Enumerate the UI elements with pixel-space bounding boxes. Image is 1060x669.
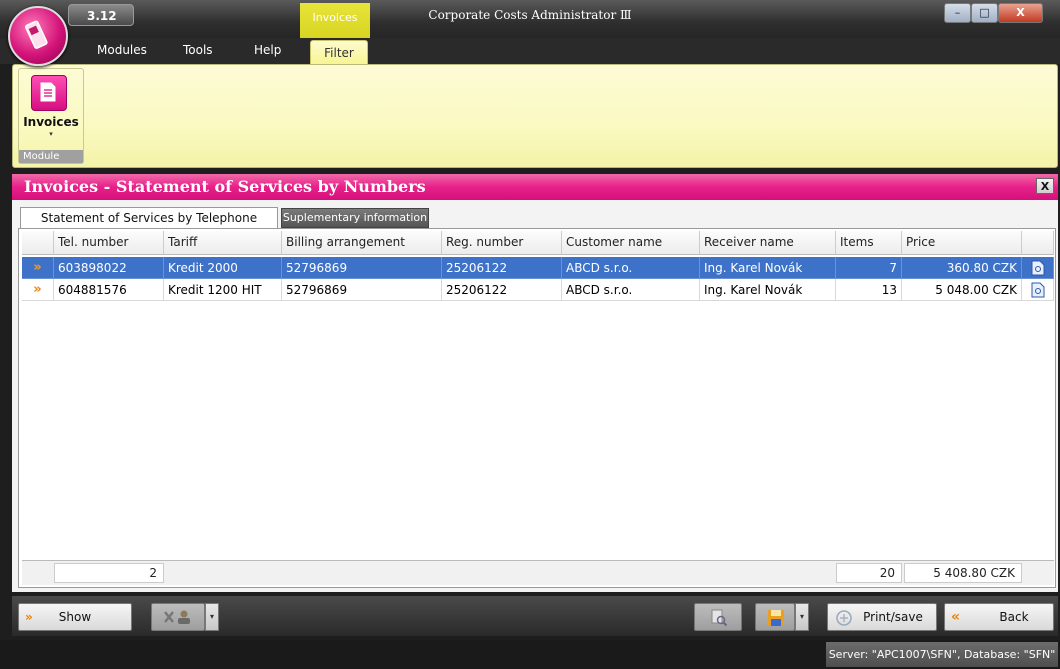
clear-user-filter-button[interactable] [151,603,205,631]
cell-items[interactable]: 13 [836,279,902,301]
document-detail-icon[interactable] [1022,279,1054,301]
document-icon [40,82,56,102]
version-badge: 3.12 [68,4,134,26]
context-tab-invoices: Invoices [300,3,370,39]
server-status: Server: "APC1007\SFN", Database: "SFN" [826,642,1058,667]
summary-price: 5 408.80 CZK [904,563,1022,583]
magnifier-icon [711,609,728,627]
tab-suplementary-information[interactable]: Suplementary information [281,208,429,228]
cell-items[interactable]: 7 [836,257,902,279]
preview-button[interactable] [694,603,742,631]
cell-tel-number[interactable]: 604881576 [54,279,164,301]
menu-filter[interactable]: Filter [310,40,368,67]
invoices-button-label[interactable]: Invoices [18,115,84,129]
phone-icon [25,20,48,49]
double-arrow-left-icon: « [951,609,961,625]
tab-statement-of-services[interactable]: Statement of Services by Telephone Numbe… [20,207,278,245]
menu-bar [0,38,1060,64]
close-module-button[interactable]: X [1036,178,1054,194]
cell-receiver-name[interactable]: Ing. Karel Novák [700,279,836,301]
row-marker-icon: » [22,257,54,279]
cell-price[interactable]: 360.80 CZK [902,257,1022,279]
back-button-label: Back [999,610,1029,624]
module-title: Invoices - Statement of Services by Numb… [12,174,1058,200]
save-button[interactable] [755,603,795,631]
close-window-button[interactable]: X [998,3,1043,23]
show-button-label: Show [58,610,92,624]
back-button[interactable]: « Back [944,603,1054,631]
show-button[interactable]: » Show [18,603,132,631]
row-indicator-header [22,231,54,255]
column-header-billing-arrangement[interactable]: Billing arrangement [282,231,442,255]
column-header-tel-number[interactable]: Tel. number [54,231,164,255]
cell-customer-name[interactable]: ABCD s.r.o. [562,279,700,301]
column-header-actions [1022,231,1054,255]
menu-help[interactable]: Help [254,43,281,57]
cell-customer-name[interactable]: ABCD s.r.o. [562,257,700,279]
column-header-items[interactable]: Items [836,231,902,255]
document-detail-icon[interactable] [1022,257,1054,279]
column-header-price[interactable]: Price [902,231,1022,255]
column-header-receiver-name[interactable]: Receiver name [700,231,836,255]
app-menu-orb[interactable] [8,6,68,66]
row-marker-icon: » [22,279,54,301]
print-save-label: Print/save [863,610,923,624]
column-header-tariff[interactable]: Tariff [164,231,282,255]
cell-tariff[interactable]: Kredit 1200 HIT [164,279,282,301]
summary-items: 20 [836,563,902,583]
ribbon-group-label: Module [19,150,83,163]
cell-reg-number[interactable]: 25206122 [442,257,562,279]
maximize-button[interactable]: □ [971,3,998,23]
chevron-down-icon[interactable]: ▾ [18,130,84,138]
floppy-disk-icon [768,610,784,626]
cell-billing-arrangement[interactable]: 52796869 [282,257,442,279]
cell-billing-arrangement[interactable]: 52796869 [282,279,442,301]
table-row[interactable]: » 604881576 Kredit 1200 HIT 52796869 252… [22,279,1054,301]
chevron-down-icon[interactable]: ▾ [205,603,219,631]
window-title: Corporate Costs Administrator Ⅲ [428,8,632,22]
menu-modules[interactable]: Modules [97,43,147,57]
menu-tools[interactable]: Tools [183,43,213,57]
cell-reg-number[interactable]: 25206122 [442,279,562,301]
cell-price[interactable]: 5 048.00 CZK [902,279,1022,301]
print-save-button[interactable]: Print/save [827,603,937,631]
ribbon [12,64,1058,168]
table-summary-row: 2 20 5 408.80 CZK [22,560,1054,585]
delete-user-icon [164,610,190,624]
minimize-button[interactable]: – [944,3,971,23]
chevron-down-icon[interactable]: ▾ [795,603,809,631]
cell-tel-number[interactable]: 603898022 [54,257,164,279]
summary-count: 2 [54,563,164,583]
table-row[interactable]: » 603898022 Kredit 2000 52796869 2520612… [22,257,1054,279]
invoices-icon[interactable] [31,75,67,111]
column-header-reg-number[interactable]: Reg. number [442,231,562,255]
cell-receiver-name[interactable]: Ing. Karel Novák [700,257,836,279]
column-header-customer-name[interactable]: Customer name [562,231,700,255]
cell-tariff[interactable]: Kredit 2000 [164,257,282,279]
